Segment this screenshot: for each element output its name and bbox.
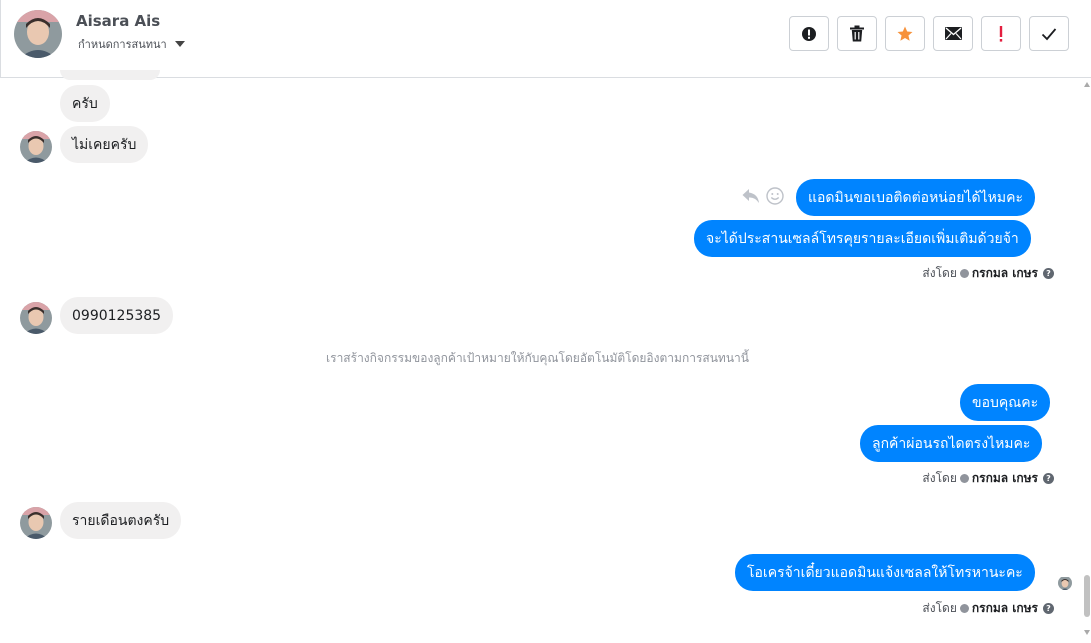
star-icon — [897, 26, 913, 41]
sent-by-line: ส่งโดย กรกมล เกษร ? — [922, 264, 1054, 283]
follow-up-button[interactable] — [981, 16, 1021, 51]
caret-down-icon — [174, 41, 185, 47]
message-text: จะได้ประสานเซลล์โทรคุยรายละเอียดเพิ่มเติ… — [706, 230, 1019, 247]
delete-button[interactable] — [837, 16, 877, 51]
conversation-settings-dropdown[interactable]: กำหนดการสนทนา — [78, 35, 185, 53]
message-text: ลูกค้าผ่อนรถไดตรงไหมคะ — [872, 435, 1031, 452]
conversation-header: Aisara Ais กำหนดการสนทนา — [0, 0, 1091, 78]
help-icon[interactable]: ? — [1043, 473, 1054, 484]
outgoing-message[interactable]: แอดมินขอเบอติดต่อหน่อยได้ไหมคะ — [796, 179, 1035, 216]
outgoing-message[interactable]: ขอบคุณคะ — [960, 384, 1051, 421]
trash-icon — [850, 25, 864, 42]
seen-receipt-avatar — [1058, 576, 1072, 590]
outgoing-message[interactable]: โอเครจ้าเดี๋ยวแอดมินแจ้งเซลลให้โทรหานะคะ — [735, 554, 1035, 591]
reply-icon[interactable] — [742, 188, 760, 204]
message-text: แอดมินขอเบอติดต่อหน่อยได้ไหมคะ — [808, 189, 1023, 206]
message-text: โอเครจ้าเดี๋ยวแอดมินแจ้งเซลลให้โทรหานะคะ — [747, 564, 1023, 581]
sent-by-line: ส่งโดย กรกมล เกษร ? — [922, 599, 1054, 618]
contact-avatar-small[interactable] — [20, 507, 52, 539]
contact-name[interactable]: Aisara Ais — [76, 12, 160, 30]
star-button[interactable] — [885, 16, 925, 51]
contact-avatar[interactable] — [14, 10, 62, 58]
agent-status-icon — [959, 269, 969, 278]
header-left-border — [0, 0, 1, 78]
mark-unread-button[interactable] — [933, 16, 973, 51]
message-bubble-partial — [60, 70, 160, 80]
mark-done-button[interactable] — [1029, 16, 1069, 51]
envelope-icon — [944, 27, 962, 40]
outgoing-message[interactable]: ลูกค้าผ่อนรถไดตรงไหมคะ — [860, 425, 1043, 462]
sent-by-agent[interactable]: กรกมล เกษร — [972, 469, 1038, 488]
message-text: 0990125385 — [72, 307, 162, 324]
message-hover-actions — [742, 187, 784, 205]
conversation-settings-label: กำหนดการสนทนา — [78, 38, 167, 51]
agent-status-icon — [959, 474, 969, 483]
incoming-message[interactable]: รายเดือนตงครับ — [60, 502, 182, 539]
message-text: ขอบคุณคะ — [972, 394, 1039, 411]
message-text: ครับ — [72, 95, 98, 112]
contact-avatar-small[interactable] — [20, 131, 52, 163]
help-icon[interactable]: ? — [1043, 268, 1054, 279]
sent-by-line: ส่งโดย กรกมล เกษร ? — [922, 469, 1054, 488]
sent-by-prefix: ส่งโดย — [922, 471, 957, 485]
system-note: เราสร้างกิจกรรมของลูกค้าเป้าหมายให้กับคุ… — [326, 351, 749, 365]
scroll-down-icon[interactable] — [1084, 630, 1090, 635]
incoming-message[interactable]: ครับ — [60, 85, 110, 122]
messenger-conversation: Aisara Ais กำหนดการสนทนา ครับ ไม่เคยครับ… — [0, 0, 1091, 643]
scrollbar-track[interactable] — [1083, 78, 1091, 643]
sent-by-agent[interactable]: กรกมล เกษร — [972, 264, 1038, 283]
scrollbar-thumb[interactable] — [1084, 575, 1090, 617]
sent-by-prefix: ส่งโดย — [922, 266, 957, 280]
outgoing-message[interactable]: จะได้ประสานเซลล์โทรคุยรายละเอียดเพิ่มเติ… — [694, 220, 1031, 257]
scroll-up-icon[interactable] — [1084, 82, 1090, 87]
checkmark-icon — [1041, 27, 1057, 40]
message-text: ไม่เคยครับ — [72, 136, 137, 153]
exclamation-icon — [999, 25, 1003, 42]
incoming-message[interactable]: 0990125385 — [60, 297, 174, 334]
agent-status-icon — [959, 604, 969, 613]
emoji-reaction-icon[interactable] — [766, 187, 784, 205]
sent-by-prefix: ส่งโดย — [922, 601, 957, 615]
help-icon[interactable]: ? — [1043, 603, 1054, 614]
alert-circle-icon — [802, 26, 816, 41]
sent-by-agent[interactable]: กรกมล เกษร — [972, 599, 1038, 618]
message-text: รายเดือนตงครับ — [72, 512, 170, 529]
conversation-toolbar — [789, 16, 1069, 51]
incoming-message[interactable]: ไม่เคยครับ — [60, 126, 149, 163]
spam-button[interactable] — [789, 16, 829, 51]
contact-avatar-small[interactable] — [20, 302, 52, 334]
